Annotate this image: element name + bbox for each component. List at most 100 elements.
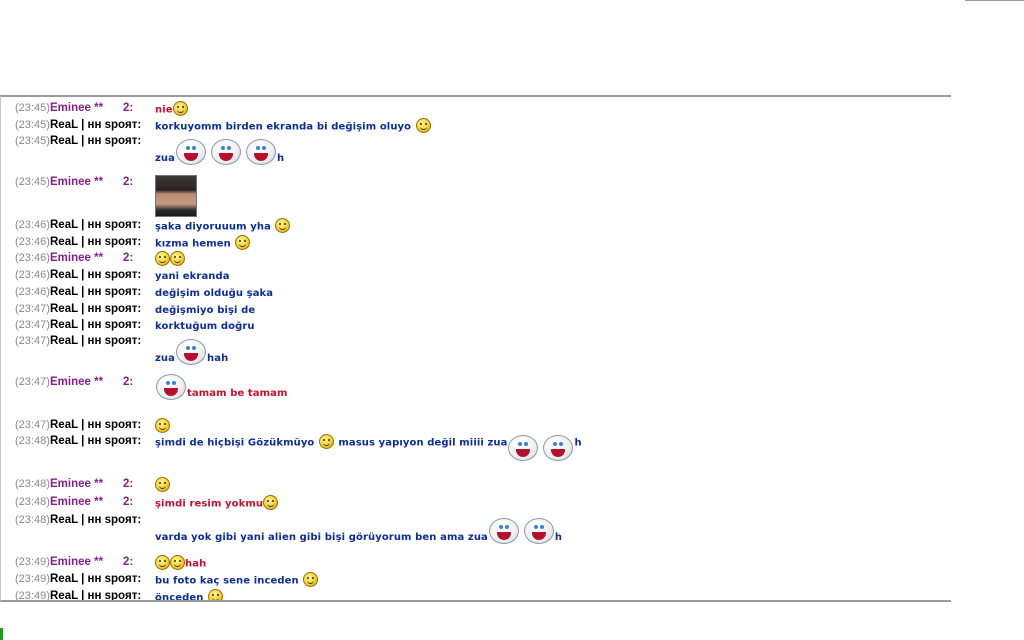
photo-thumbnail[interactable] bbox=[155, 175, 197, 217]
message-time: (23:49) bbox=[15, 590, 50, 602]
smiley-icon bbox=[172, 101, 188, 116]
message-text: korktuğum doğru bbox=[155, 321, 255, 332]
message-text: kızma hemen bbox=[155, 238, 231, 250]
ghost-emoticon-icon bbox=[210, 138, 242, 166]
ghost-emoticon-icon bbox=[523, 517, 555, 545]
message-text: zua bbox=[155, 153, 175, 164]
message-text-suffix: h bbox=[554, 532, 563, 543]
message-text: zua bbox=[155, 353, 175, 364]
chat-message: (23:47) ReaL | нн spoят: zua hah bbox=[1, 334, 951, 374]
message-text: tamam be tamam bbox=[187, 388, 288, 399]
ghost-emoticon-icon bbox=[542, 434, 574, 462]
sender-name[interactable]: ReaL | нн spoят: bbox=[50, 589, 141, 600]
message-time: (23:47) bbox=[15, 419, 50, 431]
message-time: (23:48) bbox=[15, 435, 50, 447]
message-text: yani ekranda bbox=[155, 271, 230, 282]
sender-name[interactable]: Eminee ** bbox=[50, 495, 103, 509]
chat-message: (23:46) ReaL | нн spoят: şaka diyoruuum … bbox=[1, 218, 951, 234]
chat-message: (23:49) ReaL | нн spoят: önceden bbox=[1, 589, 951, 602]
sender-number: 2: bbox=[123, 176, 134, 188]
ghost-emoticon-icon bbox=[175, 138, 207, 166]
message-text: korkuyomm birden ekranda bi değişim oluy… bbox=[155, 121, 412, 133]
sender-name[interactable]: ReaL | нн spoят: bbox=[50, 513, 141, 527]
scared-smiley-icon bbox=[415, 118, 431, 133]
message-time: (23:46) bbox=[15, 219, 50, 231]
chat-log[interactable]: (23:45) Eminee ** 2: nie (23:45) ReaL | … bbox=[0, 95, 951, 602]
sender-name[interactable]: ReaL | нн spoят: bbox=[50, 118, 141, 132]
chat-message: (23:46) ReaL | нн spoят: yani ekranda bbox=[1, 268, 951, 284]
sender-number: 2: bbox=[123, 478, 134, 490]
ghost-emoticon-icon bbox=[507, 434, 539, 462]
message-time: (23:45) bbox=[15, 176, 50, 188]
message-time: (23:45) bbox=[15, 119, 50, 131]
confused-smiley-icon bbox=[263, 495, 279, 510]
message-text: önceden bbox=[155, 592, 204, 602]
sender-name[interactable]: Eminee ** bbox=[50, 101, 103, 115]
message-text: şaka diyoruuum yha bbox=[155, 221, 271, 233]
sender-name[interactable]: ReaL | нн spoят: bbox=[50, 285, 141, 299]
chat-message: (23:46) ReaL | нн spoят: kızma hemen bbox=[1, 235, 951, 251]
smiley-icon bbox=[318, 434, 334, 449]
sender-number: 2: bbox=[123, 556, 134, 568]
sender-name[interactable]: Eminee ** bbox=[50, 375, 103, 389]
ghost-emoticon-icon bbox=[175, 338, 207, 366]
sender-name[interactable]: ReaL | нн spoят: bbox=[50, 434, 141, 448]
chat-message: (23:45) ReaL | нн spoят: zua h bbox=[1, 134, 951, 174]
sender-name[interactable]: ReaL | нн spoят: bbox=[50, 334, 141, 348]
message-time: (23:46) bbox=[15, 269, 50, 281]
sender-name[interactable]: ReaL | нн spoят: bbox=[50, 302, 141, 316]
message-time: (23:46) bbox=[15, 252, 50, 264]
sender-name[interactable]: ReaL | нн spoят: bbox=[50, 235, 141, 249]
chat-message: (23:49) ReaL | нн spoят: bu foto kaç sen… bbox=[1, 572, 951, 588]
message-time: (23:48) bbox=[15, 514, 50, 526]
message-time: (23:47) bbox=[15, 335, 50, 347]
sender-name[interactable]: Eminee ** bbox=[50, 477, 103, 491]
sender-name[interactable]: ReaL | нн spoят: bbox=[50, 268, 141, 282]
message-time: (23:48) bbox=[15, 496, 50, 508]
chat-message: (23:47) ReaL | нн spoят: korktuğum doğru bbox=[1, 318, 951, 334]
chat-message: (23:47) ReaL | нн spoят: değişmiyo bişi … bbox=[1, 302, 951, 318]
chat-message: (23:45) Eminee ** 2: nie bbox=[1, 101, 951, 117]
chat-message: (23:46) Eminee ** 2: bbox=[1, 251, 951, 267]
message-time: (23:45) bbox=[15, 135, 50, 147]
sender-name[interactable]: ReaL | нн spoят: bbox=[50, 318, 141, 332]
sender-name[interactable]: ReaL | нн spoят: bbox=[50, 572, 141, 586]
message-text-2: masus yapıyon değil miiii zua bbox=[338, 437, 508, 449]
sender-name[interactable]: Eminee ** bbox=[50, 555, 103, 569]
message-text-suffix: hah bbox=[207, 353, 229, 364]
message-text: hah bbox=[185, 558, 207, 570]
laughing-smiley-icon bbox=[170, 555, 185, 570]
chat-message: (23:47) ReaL | нн spoят: bbox=[1, 418, 951, 434]
message-text: değişmiyo bişi de bbox=[155, 305, 256, 316]
sender-number: 2: bbox=[123, 496, 134, 508]
message-time: (23:46) bbox=[15, 236, 50, 248]
chat-message: (23:48) Eminee ** 2: şimdi resim yokmu bbox=[1, 495, 951, 511]
ghost-emoticon-icon bbox=[245, 138, 277, 166]
chat-message: (23:46) ReaL | нн spoят: değişim olduğu … bbox=[1, 285, 951, 301]
message-time: (23:48) bbox=[15, 478, 50, 490]
sender-number: 2: bbox=[123, 252, 134, 264]
ghost-emoticon-icon bbox=[488, 517, 520, 545]
message-text: nie bbox=[155, 104, 173, 116]
laughing-smiley-icon bbox=[155, 477, 170, 492]
sender-name[interactable]: ReaL | нн spoят: bbox=[50, 418, 141, 432]
sender-name[interactable]: Eminee ** bbox=[50, 175, 103, 189]
message-time: (23:49) bbox=[15, 573, 50, 585]
smiley-icon bbox=[155, 418, 170, 433]
sender-name[interactable]: ReaL | нн spoят: bbox=[50, 134, 141, 148]
message-text-suffix: h bbox=[574, 437, 582, 449]
message-text: şimdi resim yokmu bbox=[155, 498, 264, 510]
message-time: (23:47) bbox=[15, 376, 50, 388]
smiley-icon bbox=[235, 235, 251, 250]
sender-name[interactable]: ReaL | нн spoят: bbox=[50, 218, 141, 232]
top-divider bbox=[965, 0, 1024, 1]
sender-name[interactable]: Eminee ** bbox=[50, 251, 103, 265]
sender-number: 2: bbox=[123, 102, 134, 114]
smiley-icon bbox=[155, 251, 170, 266]
message-text: varda yok gibi yani alien gibi bişi görü… bbox=[155, 532, 488, 543]
ghost-emoticon-icon bbox=[155, 373, 187, 401]
smiley-icon bbox=[170, 251, 185, 266]
smiley-icon bbox=[275, 218, 291, 233]
chat-message: (23:48) ReaL | нн spoят: varda yok gibi … bbox=[1, 513, 951, 553]
message-time: (23:45) bbox=[15, 102, 50, 114]
